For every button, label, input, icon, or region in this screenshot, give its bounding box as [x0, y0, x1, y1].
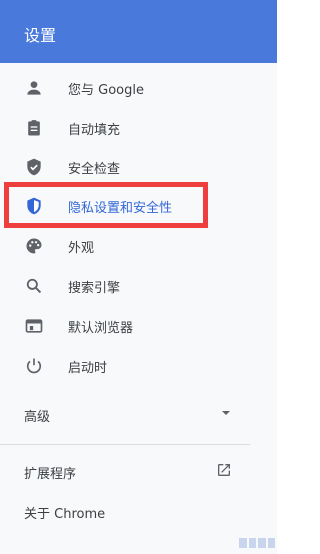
settings-header: 设置 [0, 0, 277, 63]
extensions-link[interactable]: 扩展程序 [0, 454, 250, 490]
sidebar-item-label: 默认浏览器 [68, 320, 134, 336]
clipboard-icon [24, 118, 44, 138]
advanced-label: 高级 [24, 409, 51, 425]
sidebar-item-default-browser[interactable]: 默认浏览器 [0, 306, 250, 346]
about-label: 关于 Chrome [24, 506, 106, 522]
sidebar-item-safety-check[interactable]: 安全检查 [0, 147, 250, 187]
divider [0, 444, 250, 445]
extensions-label: 扩展程序 [24, 466, 77, 482]
sidebar-item-on-startup[interactable]: 启动时 [0, 346, 250, 386]
right-edge [277, 0, 283, 554]
sidebar-item-label: 自动填充 [68, 122, 121, 138]
sidebar-item-label: 安全检查 [68, 161, 121, 177]
search-icon [24, 276, 44, 296]
sidebar-item-label: 启动时 [68, 360, 108, 376]
about-chrome-link[interactable]: 关于 Chrome [0, 494, 250, 530]
page-title: 设置 [24, 26, 57, 45]
advanced-toggle[interactable]: 高级 [0, 397, 250, 433]
palette-icon [24, 236, 44, 256]
sidebar-item-you-and-google[interactable]: 您与 Google [0, 68, 250, 108]
browser-window-icon [24, 316, 44, 336]
power-icon [24, 356, 44, 376]
annotation-highlight-box [4, 182, 208, 228]
shield-check-icon [24, 157, 44, 177]
sidebar-item-appearance[interactable]: 外观 [0, 226, 250, 266]
sidebar-item-label: 搜索引擎 [68, 280, 121, 296]
person-icon [24, 78, 44, 98]
watermark [239, 536, 275, 550]
open-in-new-icon [216, 462, 232, 482]
sidebar-item-label: 您与 Google [68, 82, 144, 98]
sidebar-item-search-engine[interactable]: 搜索引擎 [0, 266, 250, 306]
sidebar-item-label: 外观 [68, 240, 95, 256]
sidebar-item-autofill[interactable]: 自动填充 [0, 108, 250, 148]
dropdown-arrow-icon [220, 407, 232, 423]
